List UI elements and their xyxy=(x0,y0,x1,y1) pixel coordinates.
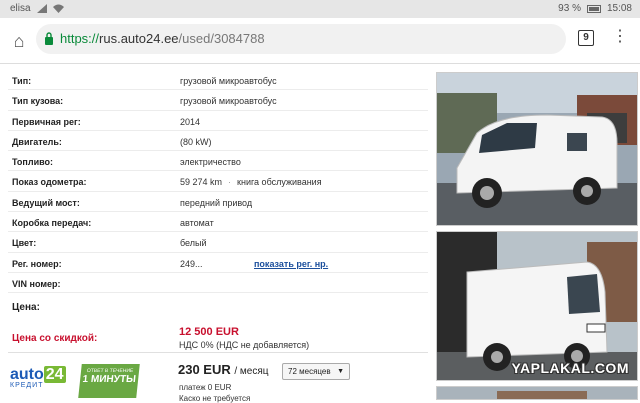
van-side-image xyxy=(437,387,637,399)
clock: 15:08 xyxy=(606,3,632,14)
spec-row: Рег. номер: 249... показать рег. нр. xyxy=(8,253,428,273)
url-scheme: https:// xyxy=(60,31,100,46)
discount-price-label: Цена со скидкой: xyxy=(12,333,98,344)
battery-percent: 93 % xyxy=(558,3,581,14)
status-bar: elisa 93 % 15:08 xyxy=(0,0,640,18)
car-photo-3[interactable] xyxy=(436,386,638,400)
url-host: rus.auto24.ee xyxy=(99,31,179,46)
signal-icon xyxy=(36,4,47,13)
spec-label: Тип: xyxy=(12,76,32,86)
spec-row: Тип кузова: грузовой микроавтобус xyxy=(8,90,428,111)
browser-toolbar: ⌂ https://rus.auto24.ee/used/3084788 9 ⋮ xyxy=(0,18,640,64)
discount-price-value: 12 500 EUR xyxy=(179,326,239,338)
spec-value: 59 274 km · книга обслуживания xyxy=(180,177,322,188)
monthly-payment: 230 EUR / месяц xyxy=(178,362,269,377)
wifi-icon xyxy=(52,4,64,13)
logo-number: 24 xyxy=(43,366,66,383)
spec-value: грузовой микроавтобус xyxy=(180,96,277,107)
specs-table: Тип: грузовой микроавтобус Тип кузова: гру… xyxy=(8,70,428,294)
spec-label: VIN номер: xyxy=(12,278,61,289)
months-select[interactable]: 72 месяцев ▼ xyxy=(282,363,350,380)
car-photo-2[interactable]: YAPLAKAL.COM xyxy=(436,231,638,381)
dropdown-arrow-icon: ▼ xyxy=(337,368,344,375)
car-photo-1[interactable] xyxy=(436,72,638,226)
overflow-menu-icon[interactable]: ⋮ xyxy=(612,28,628,48)
carrier-label: elisa xyxy=(10,3,31,14)
spec-row: Цвет: белый xyxy=(8,232,428,253)
spec-label: Рег. номер: xyxy=(12,258,62,269)
spec-row: Первичная рег: 2014 xyxy=(8,111,428,131)
spec-row: Топливо: электричество xyxy=(8,151,428,172)
odometer-value: 59 274 km xyxy=(180,177,223,188)
spec-value: белый xyxy=(180,238,207,249)
badge-big-text: 1 МИНУТЫ xyxy=(81,374,137,385)
down-payment-text: платеж 0 EUR xyxy=(179,383,232,392)
spec-label: Топливо: xyxy=(12,157,54,168)
fast-answer-badge[interactable]: ОТВЕТ В ТЕЧЕНИЕ 1 МИНУТЫ xyxy=(78,364,140,398)
spec-row: Ведущий мост: передний привод xyxy=(8,192,428,213)
spec-label: Ведущий мост: xyxy=(12,197,80,208)
spec-row: VIN номер: xyxy=(8,273,428,294)
battery-icon xyxy=(586,4,601,13)
spec-label: Первичная рег: xyxy=(12,116,81,127)
show-reg-number-link[interactable]: показать рег. нр. xyxy=(254,259,328,269)
van-front-image xyxy=(437,73,637,225)
divider xyxy=(8,352,428,353)
watermark: YAPLAKAL.COM xyxy=(511,360,629,376)
per-month-label: / месяц xyxy=(234,366,269,377)
service-book-label: книга обслуживания xyxy=(237,177,322,188)
address-bar[interactable]: https://rus.auto24.ee/used/3084788 xyxy=(36,24,566,54)
logo-text: auto xyxy=(10,366,44,383)
casco-text: Каско не требуется xyxy=(179,394,251,403)
url-text[interactable]: https://rus.auto24.ee/used/3084788 xyxy=(60,31,265,46)
spec-label: Двигатель: xyxy=(12,136,62,147)
auto24-credit-logo[interactable]: auto 24 КРЕДИТ xyxy=(10,366,72,396)
spec-label: Коробка передач: xyxy=(12,218,92,229)
spec-value: 249... xyxy=(180,258,203,269)
spec-value: грузовой микроавтобус xyxy=(180,76,277,86)
lock-icon xyxy=(45,32,53,45)
price-heading: Цена: xyxy=(12,302,40,313)
spec-value: передний привод xyxy=(180,197,253,208)
spec-label: Показ одометра: xyxy=(12,177,87,188)
spec-row: Показ одометра: 59 274 km · книга обслужива… xyxy=(8,171,428,192)
spec-value: (80 kW) xyxy=(180,136,212,147)
spec-label: Цвет: xyxy=(12,238,37,249)
months-select-value: 72 месяцев xyxy=(288,367,331,376)
spec-row: Тип: грузовой микроавтобус xyxy=(8,70,428,91)
tab-switcher-button[interactable]: 9 xyxy=(578,30,594,46)
spec-value: электричество xyxy=(180,157,241,168)
page-content: Тип: грузовой микроавтобус Тип кузова: гру… xyxy=(0,64,640,403)
home-icon[interactable]: ⌂ xyxy=(8,30,30,52)
spec-label: Тип кузова: xyxy=(12,96,64,107)
van-rear-image xyxy=(437,232,637,380)
url-path: /used/3084788 xyxy=(178,31,265,46)
monthly-amount: 230 EUR xyxy=(178,362,231,377)
spec-value: автомат xyxy=(180,218,214,229)
vat-note: НДС 0% (НДС не добавляется) xyxy=(179,340,310,350)
spec-value: 2014 xyxy=(180,116,201,127)
spec-row: Коробка передач: автомат xyxy=(8,212,428,233)
spec-row: Двигатель: (80 kW) xyxy=(8,131,428,152)
